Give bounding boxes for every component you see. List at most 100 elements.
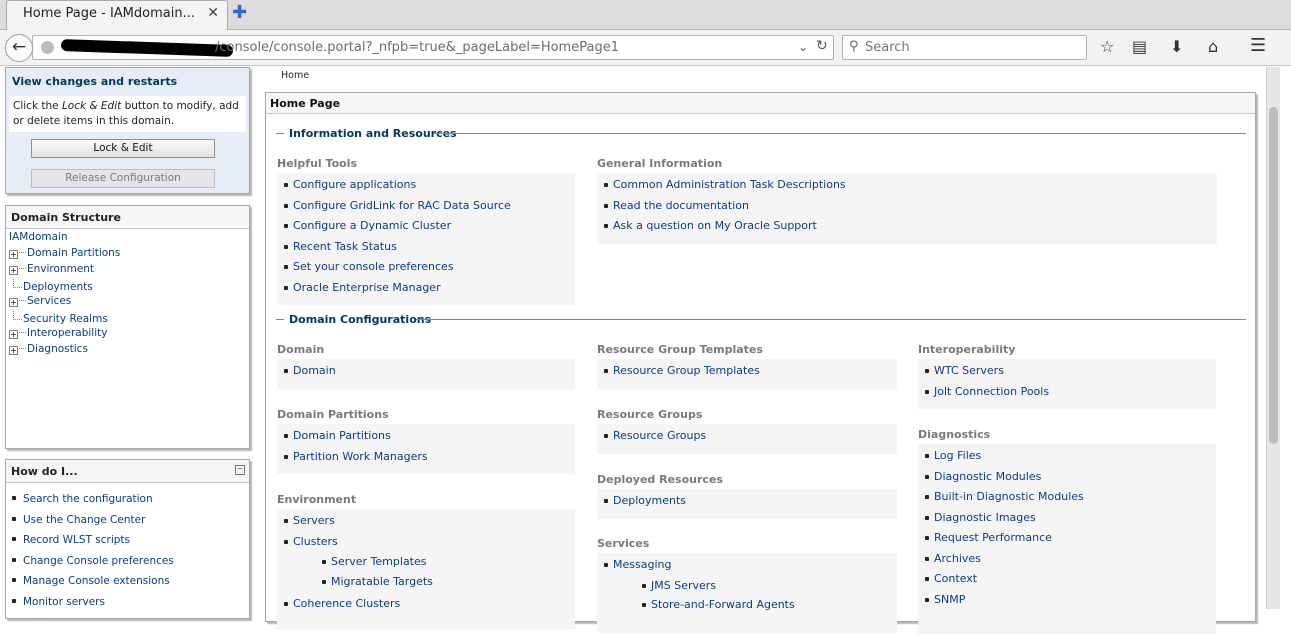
tree-item-label[interactable]: Deployments (23, 281, 93, 293)
howto-link[interactable]: Use the Change Center (23, 514, 145, 526)
link[interactable]: Migratable Targets (331, 575, 433, 588)
link[interactable]: Store-and-Forward Agents (651, 598, 795, 611)
list-item[interactable]: Resource Group Templates (597, 364, 897, 385)
list-item[interactable]: Oracle Enterprise Manager (277, 281, 575, 302)
link[interactable]: Diagnostic Modules (934, 470, 1041, 483)
list-item[interactable]: Partition Work Managers (277, 450, 575, 471)
list-item[interactable]: Jolt Connection Pools (918, 385, 1216, 406)
list-item[interactable]: Domain (277, 364, 575, 385)
expand-icon[interactable]: + (9, 330, 18, 339)
link[interactable]: Partition Work Managers (293, 450, 428, 463)
link[interactable]: Server Templates (331, 555, 427, 568)
list-item[interactable]: Set your console preferences (277, 260, 575, 281)
link[interactable]: Resource Group Templates (613, 364, 760, 377)
howto-link[interactable]: Monitor servers (23, 596, 105, 608)
link[interactable]: Read the documentation (613, 199, 749, 212)
list-item[interactable]: Record WLST scripts (12, 534, 174, 555)
list-item[interactable]: Ask a question on My Oracle Support (597, 219, 1217, 240)
tree-item-label[interactable]: Services (27, 295, 71, 307)
tree-item[interactable]: + Interoperability (9, 327, 120, 343)
list-item[interactable]: Resource Groups (597, 429, 897, 450)
list-subitem[interactable]: Migratable Targets (277, 575, 575, 595)
expand-icon[interactable]: + (9, 298, 18, 307)
tree-item-label[interactable]: Diagnostics (27, 343, 88, 355)
url-dropdown-icon[interactable]: ⌄ (798, 40, 808, 54)
new-tab-icon[interactable]: ✚ (232, 2, 247, 23)
link[interactable]: Context (934, 572, 977, 585)
list-item[interactable]: Archives (918, 552, 1216, 573)
list-item[interactable]: Clusters (277, 535, 575, 556)
tree-item[interactable]: Security Realms (9, 311, 120, 327)
list-item[interactable]: Configure GridLink for RAC Data Source (277, 199, 575, 220)
list-item[interactable]: Read the documentation (597, 199, 1217, 220)
home-icon[interactable]: ⌂ (1208, 37, 1218, 56)
link[interactable]: Domain Partitions (293, 429, 391, 442)
search-box[interactable]: ⚲ (842, 35, 1087, 60)
link[interactable]: Recent Task Status (293, 240, 397, 253)
howto-link[interactable]: Search the configuration (23, 493, 153, 505)
list-item[interactable]: Diagnostic Images (918, 511, 1216, 532)
link[interactable]: Messaging (613, 558, 671, 571)
tree-item-label[interactable]: Environment (27, 263, 94, 275)
list-subitem[interactable]: Server Templates (277, 555, 575, 575)
howto-link[interactable]: Record WLST scripts (23, 534, 130, 546)
howto-link[interactable]: Manage Console extensions (23, 575, 170, 587)
download-icon[interactable]: ⬇ (1170, 37, 1183, 56)
link[interactable]: Request Performance (934, 531, 1052, 544)
address-bar[interactable]: /console/console.portal?_nfpb=true&_page… (32, 35, 834, 60)
tree-item-label[interactable]: Interoperability (27, 327, 107, 339)
scrollbar-thumb[interactable] (1269, 107, 1278, 444)
list-item[interactable]: WTC Servers (918, 364, 1216, 385)
list-item[interactable]: Monitor servers (12, 596, 174, 617)
link[interactable]: Configure a Dynamic Cluster (293, 219, 451, 232)
list-item[interactable]: Deployments (597, 494, 897, 515)
link[interactable]: Jolt Connection Pools (934, 385, 1049, 398)
list-item[interactable]: Common Administration Task Descriptions (597, 178, 1217, 199)
expand-icon[interactable]: + (9, 266, 18, 275)
tree-item[interactable]: Deployments (9, 279, 120, 295)
list-item[interactable]: Search the configuration (12, 493, 174, 514)
url-text[interactable]: /console/console.portal?_nfpb=true&_page… (215, 40, 619, 55)
list-item[interactable]: Recent Task Status (277, 240, 575, 261)
menu-icon[interactable]: ☰ (1250, 35, 1266, 56)
list-item[interactable]: Built-in Diagnostic Modules (918, 490, 1216, 511)
list-item[interactable]: SNMP (918, 593, 1216, 614)
link[interactable]: Configure GridLink for RAC Data Source (293, 199, 511, 212)
link[interactable]: WTC Servers (934, 364, 1004, 377)
link[interactable]: Archives (934, 552, 981, 565)
link[interactable]: Coherence Clusters (293, 597, 400, 610)
tree-item-label[interactable]: Security Realms (23, 313, 108, 325)
link[interactable]: Deployments (613, 494, 686, 507)
list-item[interactable]: Coherence Clusters (277, 597, 575, 618)
link[interactable]: Oracle Enterprise Manager (293, 281, 441, 294)
list-item[interactable]: Servers (277, 514, 575, 535)
tree-item[interactable]: + Domain Partitions (9, 247, 120, 263)
tree-item[interactable]: + Diagnostics (9, 343, 120, 359)
link[interactable]: JMS Servers (651, 579, 716, 592)
link[interactable]: Domain (293, 364, 336, 377)
list-item[interactable]: Request Performance (918, 531, 1216, 552)
list-subitem[interactable]: JMS Servers (597, 579, 897, 599)
list-item[interactable]: Manage Console extensions (12, 575, 174, 596)
link[interactable]: Built-in Diagnostic Modules (934, 490, 1084, 503)
change-center-title[interactable]: View changes and restarts (12, 75, 177, 88)
list-item[interactable]: Configure a Dynamic Cluster (277, 219, 575, 240)
list-item[interactable]: Use the Change Center (12, 514, 174, 535)
tree-root[interactable]: IAMdomain (9, 231, 120, 247)
tree-item-label[interactable]: Domain Partitions (27, 247, 120, 259)
tree-root-label[interactable]: IAMdomain (9, 231, 68, 243)
list-item[interactable]: Domain Partitions (277, 429, 575, 450)
reload-icon[interactable]: ↻ (816, 38, 828, 54)
tree-item[interactable]: + Environment (9, 263, 120, 279)
list-item[interactable]: Messaging (597, 558, 897, 579)
link[interactable]: Log Files (934, 449, 981, 462)
link[interactable]: Servers (293, 514, 335, 527)
close-tab-icon[interactable]: ✕ (207, 5, 219, 21)
back-button[interactable]: ← (5, 34, 33, 62)
collapse-icon[interactable]: – (235, 465, 245, 475)
list-subitem[interactable]: Store-and-Forward Agents (597, 598, 897, 618)
howto-link[interactable]: Change Console preferences (23, 555, 174, 567)
search-input[interactable] (865, 36, 1083, 59)
link[interactable]: Common Administration Task Descriptions (613, 178, 846, 191)
list-item[interactable]: Log Files (918, 449, 1216, 470)
